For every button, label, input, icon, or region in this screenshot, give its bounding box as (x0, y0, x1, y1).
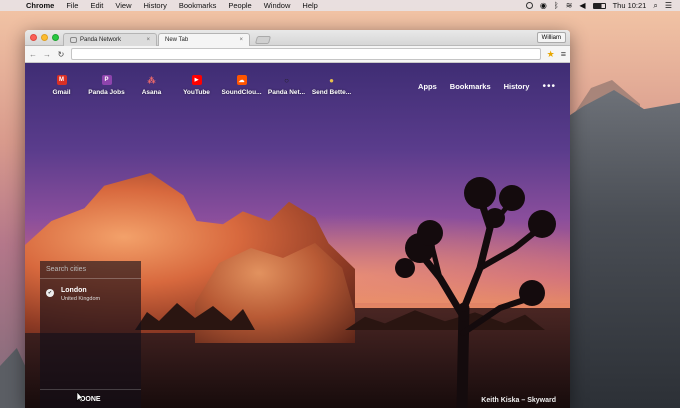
bluetooth-icon[interactable]: ᛒ (554, 1, 559, 10)
status-dot-icon[interactable]: ◉ (540, 1, 547, 10)
panda-network-icon: ○ (284, 75, 289, 85)
spotlight-icon[interactable]: ⌕ (653, 1, 657, 11)
panda-tab-icon (70, 37, 77, 43)
menu-window[interactable]: Window (258, 1, 297, 10)
menu-history[interactable]: History (138, 1, 173, 10)
panda-jobs-icon: P (101, 75, 112, 85)
shortcut-label: YouTube (183, 89, 210, 96)
menu-clock[interactable]: Thu 10:21 (613, 1, 647, 10)
browser-toolbar: ← → ↻ ★ ≡ (25, 46, 570, 63)
menu-edit[interactable]: Edit (84, 1, 109, 10)
window-controls (30, 34, 59, 41)
tab-title: Panda Network (80, 37, 122, 43)
menu-status-area: ◉ ᛒ ≋ ◀ Thu 10:21 ⌕ ☰ (525, 1, 680, 11)
asana-icon: ⁂ (147, 75, 156, 85)
city-name: London (61, 287, 87, 294)
shortcut-label: Asana (141, 89, 162, 96)
wifi-icon[interactable]: ≋ (566, 1, 573, 10)
maximize-window-button[interactable] (52, 34, 59, 41)
new-tab-button[interactable] (254, 36, 272, 44)
bookmarks-link[interactable]: Bookmarks (450, 82, 491, 91)
title-bar: Panda Network × New Tab × William (25, 30, 570, 46)
done-button[interactable]: DONE (40, 389, 141, 408)
youtube-icon: ▶ (191, 75, 202, 85)
shortcut-label: Panda Jobs (88, 89, 125, 96)
profile-button[interactable]: William (536, 32, 566, 43)
close-tab-icon[interactable]: × (239, 37, 243, 43)
shortcut-gmail[interactable]: M Gmail (39, 75, 84, 96)
shortcut-send-better[interactable]: ● Send Bette... (309, 75, 354, 97)
shortcut-label: Panda Net... (267, 89, 306, 96)
status-circle-icon[interactable] (525, 2, 533, 9)
close-tab-icon[interactable]: × (146, 37, 150, 43)
top-links: Apps Bookmarks History ••• (418, 81, 556, 92)
shortcut-panda-network[interactable]: ○ Panda Net... (264, 75, 309, 97)
soundcloud-icon: ☁ (236, 75, 247, 85)
city-text: London United Kingdom (61, 287, 100, 302)
reload-icon[interactable]: ↻ (57, 50, 65, 59)
selected-check-icon[interactable]: ✔ (46, 289, 54, 297)
city-list-item[interactable]: ✔ London United Kingdom (40, 279, 141, 302)
notification-center-icon[interactable]: ☰ (665, 1, 672, 10)
shortcut-panda-jobs[interactable]: P Panda Jobs (84, 75, 129, 96)
city-country: United Kingdom (61, 296, 101, 302)
photo-credit[interactable]: Keith Kiska – Skyward (481, 397, 556, 404)
tab-title: New Tab (165, 37, 189, 43)
joshua-tree-silhouette (395, 177, 556, 408)
send-better-icon: ● (329, 75, 334, 85)
desktop-wallpaper-left-rock (0, 348, 28, 408)
desktop-wallpaper-mountain (560, 90, 680, 408)
forward-arrow-icon[interactable]: → (43, 50, 51, 59)
history-link[interactable]: History (504, 82, 530, 91)
gmail-icon: M (56, 75, 67, 85)
new-tab-page: M Gmail P Panda Jobs ⁂ Asana ▶ YouTube ☁… (25, 63, 570, 408)
menu-bookmarks[interactable]: Bookmarks (173, 1, 223, 10)
shortcut-label: SoundClou... (221, 89, 262, 96)
browser-window: Panda Network × New Tab × William ← → ↻ … (25, 30, 570, 408)
shortcut-label: Send Bette... (311, 89, 352, 96)
minimize-window-button[interactable] (41, 34, 48, 41)
menu-file[interactable]: File (60, 1, 84, 10)
volume-icon[interactable]: ◀ (579, 1, 585, 10)
shortcut-youtube[interactable]: ▶ YouTube (174, 75, 219, 96)
mac-menu-bar: Chrome File Edit View History Bookmarks … (0, 0, 680, 11)
most-visited-shortcuts: M Gmail P Panda Jobs ⁂ Asana ▶ YouTube ☁… (39, 75, 354, 96)
chrome-menu-icon[interactable]: ≡ (561, 49, 566, 59)
menu-view[interactable]: View (109, 1, 137, 10)
menu-app-name[interactable]: Chrome (20, 1, 60, 10)
tab-panda-network[interactable]: Panda Network × (63, 33, 157, 46)
menu-people[interactable]: People (222, 1, 257, 10)
close-window-button[interactable] (30, 34, 37, 41)
more-options-icon[interactable]: ••• (542, 81, 556, 92)
menu-help[interactable]: Help (296, 1, 323, 10)
mouse-cursor-icon (76, 392, 84, 402)
address-bar[interactable] (71, 48, 541, 60)
shortcut-asana[interactable]: ⁂ Asana (129, 75, 174, 97)
city-search-input[interactable]: Search cities (40, 261, 141, 279)
bookmark-star-icon[interactable]: ★ (547, 49, 555, 60)
apps-link[interactable]: Apps (418, 82, 437, 91)
back-arrow-icon[interactable]: ← (29, 50, 37, 59)
battery-icon[interactable] (592, 2, 606, 9)
shortcut-soundcloud[interactable]: ☁ SoundClou... (219, 75, 264, 96)
tab-new-tab[interactable]: New Tab × (158, 33, 250, 46)
city-picker-panel: Search cities ✔ London United Kingdom DO… (40, 261, 141, 408)
shortcut-label: Gmail (52, 89, 71, 96)
